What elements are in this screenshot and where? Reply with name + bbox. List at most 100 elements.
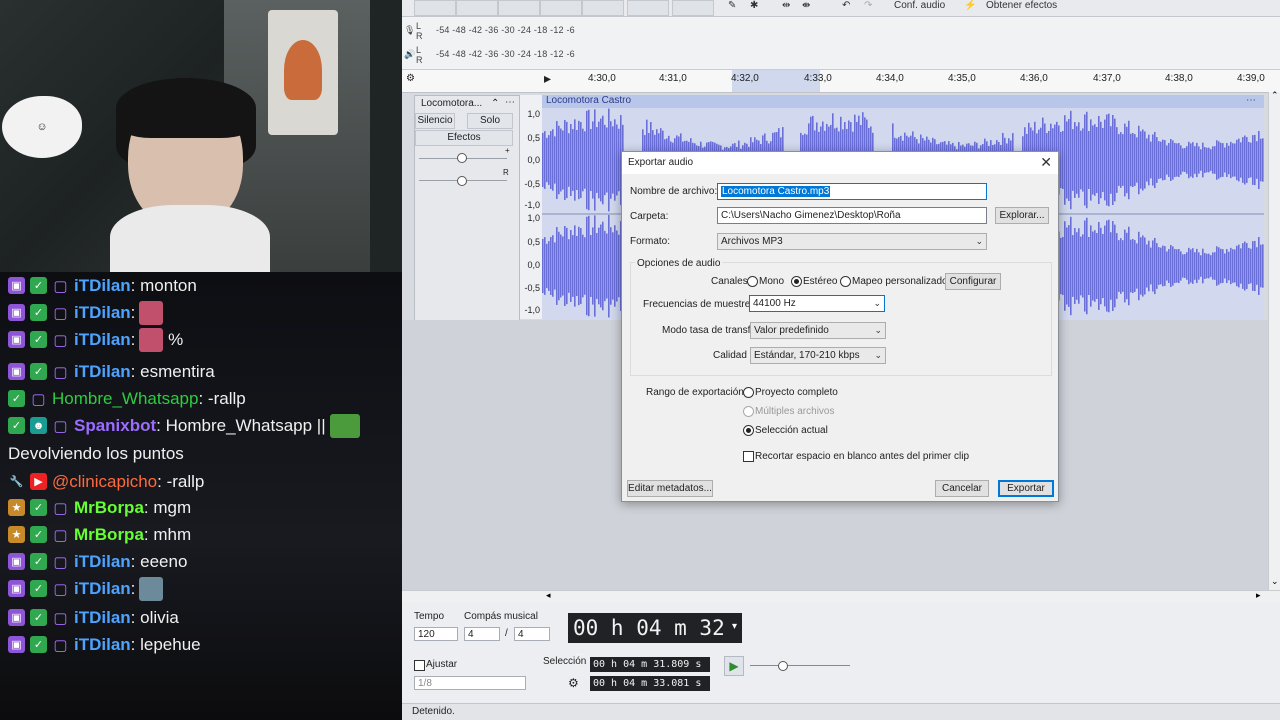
- waveform-sample: [1146, 244, 1148, 288]
- format-label: Formato:: [630, 236, 671, 247]
- stereo-radio[interactable]: [791, 276, 802, 287]
- vip-badge-icon: ✓: [30, 580, 47, 597]
- toolbar-button[interactable]: [627, 0, 669, 16]
- playback-meter-scale[interactable]: -54 -48 -42 -36 -30 -24 -18 -12 -6: [436, 49, 575, 59]
- ruler-tick: 4:38,0: [1165, 73, 1193, 84]
- solo-button[interactable]: Solo: [467, 113, 513, 129]
- pencil-icon[interactable]: ✎: [728, 0, 736, 11]
- audio-setup-button[interactable]: Conf. audio: [894, 0, 945, 11]
- toolbar-button[interactable]: [540, 0, 582, 16]
- record-meter-scale[interactable]: -54 -48 -42 -36 -30 -24 -18 -12 -6: [436, 25, 575, 35]
- edit-metadata-button[interactable]: Editar metadatos...: [627, 480, 713, 497]
- track-name[interactable]: Locomotora...: [421, 98, 482, 109]
- selection-start-time[interactable]: 00 h 04 m 31.809 s: [590, 657, 710, 672]
- toolbar-button[interactable]: [456, 0, 498, 16]
- gear-icon[interactable]: ⚙: [406, 73, 415, 84]
- waveform-sample: [1144, 237, 1146, 295]
- full-project-label[interactable]: Proyecto completo: [755, 387, 838, 398]
- time-format-dropdown-icon[interactable]: ▾: [732, 621, 737, 632]
- collapse-icon[interactable]: ⌃: [491, 98, 499, 109]
- mute-button[interactable]: Silencio: [415, 113, 455, 129]
- cancel-button[interactable]: Cancelar: [935, 480, 989, 497]
- timeline-ruler[interactable]: ⚙ ▸ 4:30,0 4:31,0 4:32,0 4:33,0 4:34,0 4…: [402, 70, 1280, 93]
- clip-title[interactable]: Locomotora Castro: [546, 95, 631, 106]
- undo-icon[interactable]: ↶: [842, 0, 850, 11]
- toolbar-button[interactable]: [582, 0, 624, 16]
- plug-icon[interactable]: ⚡: [964, 0, 976, 11]
- waveform-sample: [1234, 143, 1236, 177]
- close-icon[interactable]: ✕: [1040, 154, 1052, 171]
- playhead-icon[interactable]: ▸: [544, 70, 551, 87]
- trim-icon[interactable]: ⇹: [782, 0, 790, 11]
- scroll-left-icon[interactable]: ◂: [546, 590, 551, 601]
- time-signature-numerator[interactable]: 4: [464, 627, 500, 641]
- waveform-sample: [1250, 248, 1252, 284]
- waveform-sample: [1224, 253, 1226, 279]
- clip-header[interactable]: [542, 95, 1264, 108]
- browse-button[interactable]: Explorar...: [995, 207, 1049, 224]
- dialog-titlebar[interactable]: Exportar audio ✕: [622, 152, 1058, 174]
- export-button[interactable]: Exportar: [998, 480, 1054, 497]
- waveform-sample: [1220, 142, 1222, 178]
- format-select[interactable]: Archivos MP3 ⌄: [717, 233, 987, 250]
- waveform-sample: [1170, 139, 1172, 181]
- selection-gear-icon[interactable]: ⚙: [568, 676, 579, 690]
- waveform-sample: [1066, 121, 1068, 199]
- custom-mapping-radio[interactable]: [840, 276, 851, 287]
- waveform-sample: [1128, 120, 1130, 200]
- mic-icon[interactable]: 🎙: [404, 25, 416, 36]
- chat-message: 🔧 ▶ @clinicapicho: -rallp: [9, 471, 205, 491]
- time-signature-denominator[interactable]: 4: [514, 627, 550, 641]
- play-at-speed-icon[interactable]: ▶: [724, 656, 744, 676]
- waveform-sample: [1204, 253, 1206, 279]
- filename-input[interactable]: Locomotora Castro.mp3: [717, 183, 987, 200]
- multi-tool-icon[interactable]: ✱: [750, 0, 758, 11]
- multiple-files-label[interactable]: Múltiples archivos: [755, 406, 834, 417]
- quality-select[interactable]: Estándar, 170-210 kbps ⌄: [750, 347, 886, 364]
- toolbar-button[interactable]: [672, 0, 714, 16]
- pan-slider-handle[interactable]: [457, 176, 467, 186]
- folder-input[interactable]: C:\Users\Nacho Gimenez\Desktop\Roña: [717, 207, 987, 224]
- bitrate-mode-select[interactable]: Valor predefinido ⌄: [750, 322, 886, 339]
- full-project-radio[interactable]: [743, 387, 754, 398]
- get-effects-button[interactable]: Obtener efectos: [986, 0, 1057, 11]
- silence-icon[interactable]: ⇼: [802, 0, 810, 11]
- toolbar-button[interactable]: [498, 0, 540, 16]
- trim-blank-label[interactable]: Recortar espacio en blanco antes del pri…: [755, 451, 969, 462]
- tempo-input[interactable]: 120: [414, 627, 458, 641]
- time-display[interactable]: 00 h 04 m 32 s: [568, 613, 742, 670]
- current-selection-label[interactable]: Selección actual: [755, 425, 828, 436]
- custom-mapping-label[interactable]: Mapeo personalizado: [852, 276, 948, 287]
- play-speed-handle[interactable]: [778, 661, 788, 671]
- waveform-sample: [1060, 237, 1062, 295]
- clip-menu-icon[interactable]: ⋯: [1246, 95, 1256, 106]
- trim-blank-checkbox[interactable]: [743, 451, 754, 462]
- snap-checkbox[interactable]: [414, 660, 425, 671]
- redo-icon[interactable]: ↷: [864, 0, 872, 11]
- ruler-tick: 4:31,0: [659, 73, 687, 84]
- mono-label[interactable]: Mono: [759, 276, 784, 287]
- gain-slider-handle[interactable]: [457, 153, 467, 163]
- horizontal-scrollbar[interactable]: ◂ ▸: [402, 590, 1280, 603]
- scroll-right-icon[interactable]: ▸: [1256, 590, 1261, 601]
- speaker-icon[interactable]: 🔊: [404, 49, 415, 60]
- multiple-files-radio[interactable]: [743, 406, 754, 417]
- scroll-up-icon[interactable]: ⌃: [1271, 90, 1279, 101]
- sample-rate-select[interactable]: 44100 Hz ⌄: [749, 295, 885, 312]
- waveform-sample: [1100, 121, 1102, 199]
- play-speed-slider[interactable]: [750, 665, 850, 666]
- current-selection-radio[interactable]: [743, 425, 754, 436]
- toolbar-button[interactable]: [414, 0, 456, 16]
- configure-button[interactable]: Configurar: [945, 273, 1001, 290]
- track-menu-icon[interactable]: ⋯: [505, 97, 515, 108]
- amplitude-scale[interactable]: 1,0 0,5 0,0 -0,5 -1,0 1,0 0,5 0,0 -0,5 -…: [520, 95, 543, 319]
- snap-select[interactable]: 1/8: [414, 676, 526, 690]
- scroll-down-icon[interactable]: ⌄: [1271, 576, 1279, 587]
- subscriber-badge-icon: ▣: [8, 553, 25, 570]
- selection-end-time[interactable]: 00 h 04 m 33.081 s: [590, 676, 710, 691]
- effects-button[interactable]: Efectos: [415, 130, 513, 146]
- waveform-sample: [578, 120, 580, 200]
- mono-radio[interactable]: [747, 276, 758, 287]
- stereo-label[interactable]: Estéreo: [803, 276, 837, 287]
- vertical-scrollbar[interactable]: ⌃ ⌄: [1268, 90, 1280, 590]
